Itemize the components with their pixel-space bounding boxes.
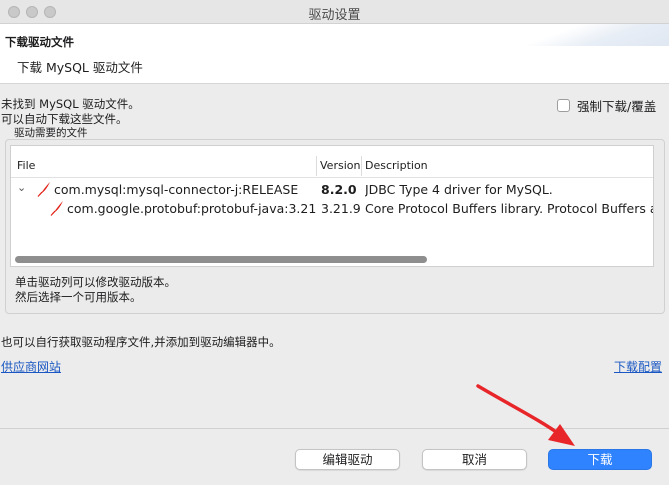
row-description: Core Protocol Buffers library. Protocol … — [365, 201, 654, 216]
table-row[interactable]: com.google.protobuf:protobuf-java:3.21.9… — [11, 199, 653, 219]
column-header-description[interactable]: Description — [365, 159, 428, 172]
horizontal-scrollbar[interactable] — [15, 256, 427, 263]
column-header-version[interactable]: Version — [320, 159, 360, 172]
edit-driver-button[interactable]: 编辑驱动 — [295, 449, 400, 470]
maven-feather-icon — [37, 182, 50, 197]
force-download-label: 强制下载/覆盖 — [577, 99, 657, 114]
driver-files-table: File Version Description ⌄ com.mysql:mys… — [10, 145, 654, 267]
header-title: 下载驱动文件 — [5, 35, 74, 49]
column-separator[interactable] — [316, 156, 317, 176]
table-header: File Version Description — [11, 154, 653, 178]
footer-divider — [0, 428, 669, 429]
download-button[interactable]: 下载 — [548, 449, 652, 470]
window-title: 驱动设置 — [308, 8, 361, 23]
manual-driver-note: 也可以自行获取驱动程序文件,并添加到驱动编辑器中。 — [1, 335, 281, 349]
force-download-checkbox[interactable]: 强制下载/覆盖 — [557, 96, 656, 115]
row-version[interactable]: 8.2.0 — [321, 182, 361, 197]
row-version[interactable]: 3.21.9 — [321, 201, 361, 216]
download-config-link[interactable]: 下载配置 — [614, 358, 662, 375]
row-file: com.google.protobuf:protobuf-java:3.21.9 — [67, 201, 317, 216]
banner-decoration — [519, 24, 669, 46]
chevron-down-icon[interactable]: ⌄ — [17, 181, 26, 194]
hint-line-1: 单击驱动列可以修改驱动版本。 — [15, 275, 176, 289]
header-description: 下载 MySQL 驱动文件 — [17, 60, 143, 75]
table-row[interactable]: ⌄ com.mysql:mysql-connector-j:RELEASE 8.… — [11, 180, 653, 200]
column-header-file[interactable]: File — [17, 159, 35, 172]
required-files-group-title: 驱动需要的文件 — [14, 127, 88, 139]
row-file: com.mysql:mysql-connector-j:RELEASE — [54, 182, 299, 197]
row-description: JDBC Type 4 driver for MySQL. — [365, 182, 553, 197]
header-banner: 下载驱动文件 下载 MySQL 驱动文件 — [0, 24, 669, 84]
title-bar: 驱动设置 — [0, 0, 669, 24]
cancel-button[interactable]: 取消 — [422, 449, 527, 470]
vendor-website-link[interactable]: 供应商网站 — [1, 358, 61, 375]
info-line-1: 未找到 MySQL 驱动文件。 — [1, 97, 140, 111]
maven-feather-icon — [50, 201, 63, 216]
checkbox-box[interactable] — [557, 99, 570, 112]
hint-line-2: 然后选择一个可用版本。 — [15, 290, 142, 304]
column-separator[interactable] — [361, 156, 362, 176]
